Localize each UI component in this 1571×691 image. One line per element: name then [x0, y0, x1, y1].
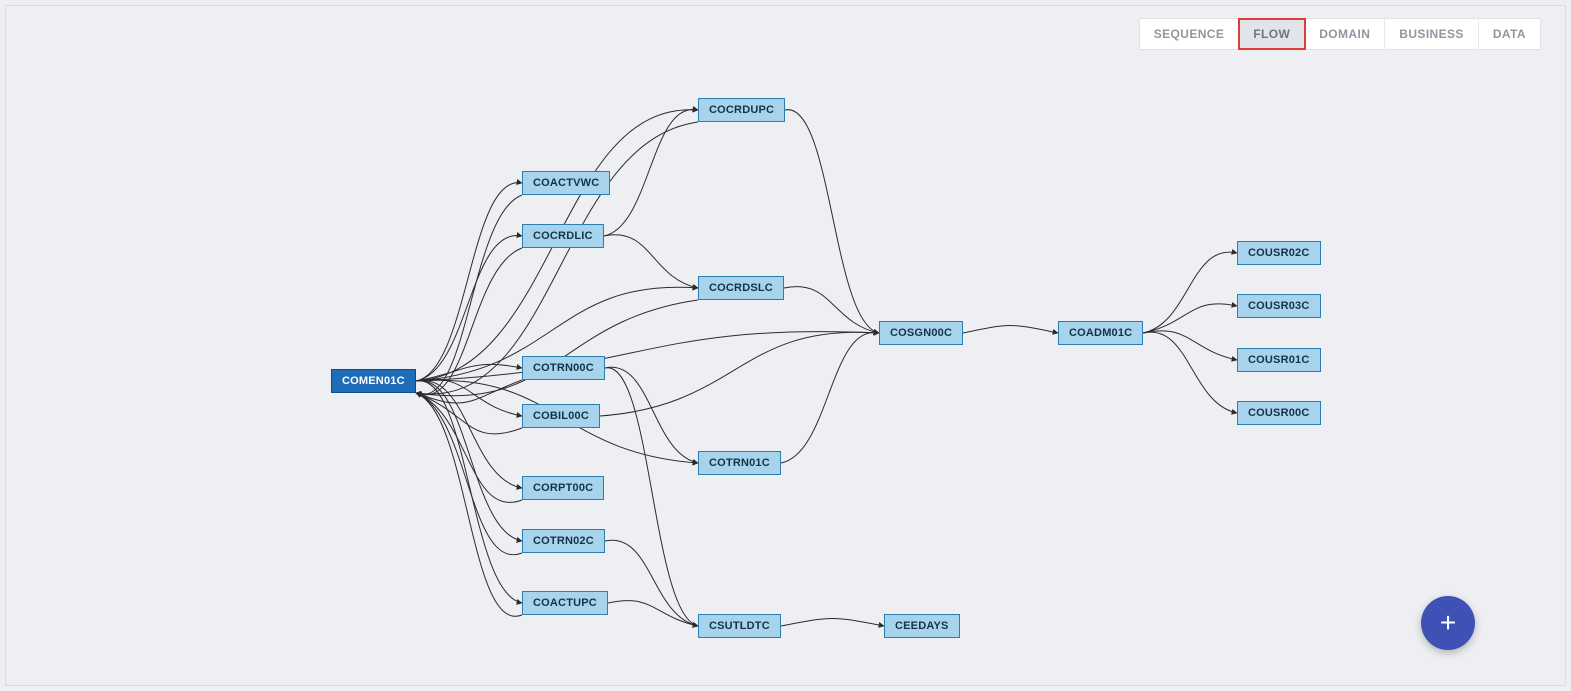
node-cousr03c[interactable]: COUSR03C [1237, 294, 1321, 318]
edge-corpt00c-root [416, 393, 522, 502]
tab-flow[interactable]: FLOW [1239, 19, 1305, 49]
node-cobil00c[interactable]: COBIL00C [522, 404, 600, 428]
edge-cotrn00c-csutldtc [605, 368, 698, 626]
edge-root-corpt00c [416, 380, 522, 488]
node-cotrn01c[interactable]: COTRN01C [698, 451, 781, 475]
edge-layer [6, 6, 1565, 685]
edge-coadm01c-cousr03c [1143, 304, 1237, 333]
edge-cocrdlic-root [416, 248, 522, 395]
edge-cotrn02c-root [416, 393, 522, 555]
node-ceedays[interactable]: CEEDAYS [884, 614, 960, 638]
edge-coactvwc-root [416, 195, 522, 394]
node-cotrn00c[interactable]: COTRN00C [522, 356, 605, 380]
edge-coactupc-csutldtc [608, 601, 698, 626]
node-coadm01c[interactable]: COADM01C [1058, 321, 1143, 345]
edge-cocrdslc-root [416, 300, 698, 396]
node-cosgn00c[interactable]: COSGN00C [879, 321, 963, 345]
edge-csutldtc-ceedays [781, 619, 884, 627]
add-button[interactable]: + [1421, 596, 1475, 650]
edge-coadm01c-cousr00c [1143, 332, 1237, 413]
edge-coactupc-root [416, 393, 522, 616]
edge-cotrn01c-cosgn00c [781, 332, 879, 463]
node-cocrdlic[interactable]: COCRDLIC [522, 224, 604, 248]
edge-cotrn02c-csutldtc [605, 540, 698, 626]
view-tabs: SEQUENCE FLOW DOMAIN BUSINESS DATA [1139, 18, 1541, 50]
node-csutldtc[interactable]: CSUTLDTC [698, 614, 781, 638]
edge-root-cotrn02c [416, 381, 522, 541]
edge-root-coactvwc [416, 183, 522, 381]
edge-cocrdlic-cocrdslc [604, 235, 698, 288]
edge-cosgn00c-coadm01c [963, 326, 1058, 334]
node-cousr00c[interactable]: COUSR00C [1237, 401, 1321, 425]
node-coactupc[interactable]: COACTUPC [522, 591, 608, 615]
tab-domain[interactable]: DOMAIN [1305, 19, 1385, 49]
node-cocrdupc[interactable]: COCRDUPC [698, 98, 785, 122]
tab-sequence[interactable]: SEQUENCE [1140, 19, 1240, 49]
edge-root-cobil00c [416, 379, 522, 416]
edge-cobil00c-cosgn00c [600, 332, 879, 416]
edge-coadm01c-cousr02c [1143, 252, 1237, 333]
node-cousr02c[interactable]: COUSR02C [1237, 241, 1321, 265]
node-cousr01c[interactable]: COUSR01C [1237, 348, 1321, 372]
edge-root-cosgn00c [416, 332, 879, 381]
edge-cocrdlic-cocrdupc [604, 109, 698, 236]
node-coactvwc[interactable]: COACTVWC [522, 171, 610, 195]
edge-cocrdslc-cosgn00c [784, 287, 879, 333]
edge-cobil00c-root [416, 393, 522, 434]
edge-coadm01c-cousr01c [1143, 331, 1237, 360]
node-cotrn02c[interactable]: COTRN02C [522, 529, 605, 553]
edge-cotrn00c-root [416, 380, 522, 403]
edge-root-coactupc [416, 381, 522, 603]
node-corpt00c[interactable]: CORPT00C [522, 476, 604, 500]
plus-icon: + [1440, 607, 1456, 639]
tab-business[interactable]: BUSINESS [1385, 19, 1479, 49]
node-cocrdslc[interactable]: COCRDSLC [698, 276, 784, 300]
tab-data[interactable]: DATA [1479, 19, 1540, 49]
edge-root-cocrdlic [416, 236, 522, 381]
diagram-canvas[interactable]: SEQUENCE FLOW DOMAIN BUSINESS DATA COMEN… [5, 5, 1566, 686]
edge-root-cotrn00c [416, 364, 522, 381]
edge-cocrdupc-root [416, 122, 698, 394]
edge-cotrn00c-cotrn01c [605, 367, 698, 463]
edge-cocrdupc-cosgn00c [785, 110, 879, 333]
node-comen01c[interactable]: COMEN01C [331, 369, 416, 393]
